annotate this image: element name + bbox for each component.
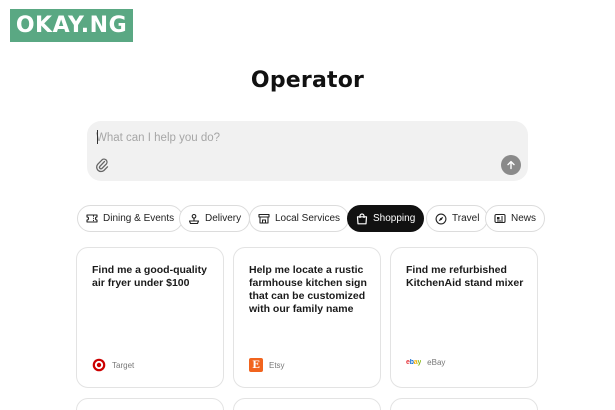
suggestion-card-target[interactable]: Find me a good-quality air fryer under $… <box>76 247 224 388</box>
send-button[interactable] <box>501 155 521 175</box>
card-prompt-text: Help me locate a rustic farmhouse kitche… <box>249 264 367 315</box>
storefront-icon <box>258 213 270 224</box>
etsy-logo-icon: E <box>249 358 263 372</box>
compass-icon <box>435 213 447 224</box>
card-source-label: eBay <box>427 358 446 367</box>
category-chip-dining-events[interactable]: Dining & Events <box>77 205 184 232</box>
card-source-label: Target <box>112 360 135 370</box>
newspaper-icon <box>494 213 506 224</box>
chip-label: Delivery <box>205 213 242 224</box>
card-source: Target <box>92 358 134 372</box>
card-prompt-text: Find me a good-quality air fryer under $… <box>92 264 207 289</box>
category-chip-local-services[interactable]: Local Services <box>249 205 350 232</box>
page-title: Operator <box>250 68 365 93</box>
suggestion-card-ebay[interactable]: Find me refurbished KitchenAid stand mix… <box>390 247 538 388</box>
suggestion-card-etsy[interactable]: Help me locate a rustic farmhouse kitche… <box>233 247 381 388</box>
suggestion-card-partial[interactable] <box>233 398 381 410</box>
category-chip-delivery[interactable]: Delivery <box>179 205 251 232</box>
text-cursor <box>97 130 98 144</box>
category-chip-shopping[interactable]: Shopping <box>347 205 425 232</box>
suggestion-card-partial[interactable] <box>76 398 224 410</box>
target-logo-icon <box>92 358 106 372</box>
chip-label: Shopping <box>373 213 416 224</box>
arrow-up-icon <box>507 160 515 170</box>
card-source: ebay eBay <box>406 358 445 367</box>
ebay-logo-icon: ebay <box>406 359 422 366</box>
card-prompt-text: Find me refurbished KitchenAid stand mix… <box>406 264 524 289</box>
chip-label: News <box>511 213 537 224</box>
prompt-input[interactable] <box>96 129 476 147</box>
category-chip-news[interactable]: News <box>485 205 546 232</box>
chip-label: Dining & Events <box>103 213 175 224</box>
category-chip-travel[interactable]: Travel <box>426 205 489 232</box>
suggestion-card-partial[interactable] <box>390 398 538 410</box>
prompt-box[interactable] <box>87 121 528 181</box>
chip-label: Local Services <box>275 213 341 224</box>
card-source: E Etsy <box>249 358 285 372</box>
paperclip-icon[interactable] <box>95 157 109 173</box>
chip-label: Travel <box>452 213 480 224</box>
ticket-icon <box>86 214 98 223</box>
okay-ng-watermark-logo: OKAY.NG <box>10 9 133 42</box>
shopping-bag-icon <box>356 212 368 224</box>
card-source-label: Etsy <box>269 360 285 370</box>
delivery-icon <box>188 213 200 224</box>
